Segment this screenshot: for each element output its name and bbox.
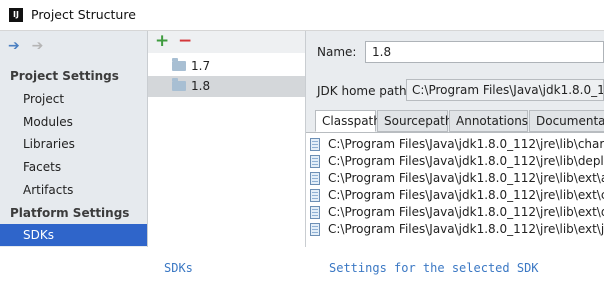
classpath-list[interactable]: C:\Program Files\Java\jdk1.8.0_112\jre\l… <box>306 132 604 247</box>
section-project-settings: Project Settings <box>10 69 119 83</box>
jar-icon <box>310 155 320 168</box>
tab-annotations[interactable]: Annotations <box>449 110 528 132</box>
nav-item-project[interactable]: Project <box>0 88 147 110</box>
caption-sdks: SDKs <box>164 261 193 275</box>
sdk-item-label: 1.8 <box>191 79 211 93</box>
tab-documentation[interactable]: Documentation <box>529 110 604 132</box>
sdk-toolbar: + − <box>148 31 305 53</box>
name-label: Name: <box>317 45 357 59</box>
jar-icon <box>310 138 320 151</box>
caption-settings: Settings for the selected SDK <box>329 261 539 275</box>
list-item[interactable]: C:\Program Files\Java\jdk1.8.0_112\jre\l… <box>306 136 604 153</box>
list-item[interactable]: C:\Program Files\Java\jdk1.8.0_112\jre\l… <box>306 204 604 221</box>
nav-item-modules[interactable]: Modules <box>0 111 147 133</box>
arrow-left-icon[interactable]: ➔ <box>8 39 20 53</box>
jdk-home-label: JDK home path: <box>317 84 411 98</box>
list-item[interactable]: C:\Program Files\Java\jdk1.8.0_112\jre\l… <box>306 153 604 170</box>
nav-item-artifacts[interactable]: Artifacts <box>0 179 147 201</box>
jar-icon <box>310 189 320 202</box>
sdk-item-1-8[interactable]: 1.8 <box>148 76 305 97</box>
jar-icon <box>310 223 320 236</box>
plus-icon[interactable]: + <box>155 33 169 50</box>
sdk-settings-pane: Name: JDK home path: C:\Program Files\Ja… <box>306 31 604 247</box>
tab-sourcepath[interactable]: Sourcepath <box>377 110 453 132</box>
sdk-list-pane: + − 1.7 1.8 <box>148 31 306 247</box>
list-item[interactable]: C:\Program Files\Java\jdk1.8.0_112\jre\l… <box>306 170 604 187</box>
nav-item-libraries[interactable]: Libraries <box>0 133 147 155</box>
sdk-item-label: 1.7 <box>191 59 211 73</box>
nav-item-sdks[interactable]: SDKs <box>0 224 147 246</box>
list-item[interactable]: C:\Program Files\Java\jdk1.8.0_112\jre\l… <box>306 187 604 204</box>
section-platform-settings: Platform Settings <box>10 206 130 220</box>
settings-nav: ➔ ➔ Project Settings Project Modules Lib… <box>0 31 148 247</box>
nav-arrows: ➔ ➔ <box>8 39 51 53</box>
window-title: Project Structure <box>31 7 136 22</box>
minus-icon[interactable]: − <box>178 33 192 50</box>
folder-icon <box>172 78 186 91</box>
sdk-tabs: Classpath Sourcepath Annotations Documen… <box>315 110 604 132</box>
tab-classpath[interactable]: Classpath <box>315 110 381 132</box>
arrow-right-icon[interactable]: ➔ <box>32 39 44 53</box>
project-structure-dialog: ➔ ➔ Project Settings Project Modules Lib… <box>0 31 604 247</box>
jar-icon <box>310 172 320 185</box>
title-bar: IJ Project Structure <box>0 0 604 31</box>
sdk-name-input[interactable] <box>365 41 604 63</box>
intellij-icon: IJ <box>9 8 23 22</box>
list-item[interactable]: C:\Program Files\Java\jdk1.8.0_112\jre\l… <box>306 221 604 238</box>
nav-item-facets[interactable]: Facets <box>0 156 147 178</box>
jdk-home-path-field[interactable]: C:\Program Files\Java\jdk1.8.0_112 <box>406 79 604 101</box>
folder-icon <box>172 58 186 71</box>
jar-icon <box>310 206 320 219</box>
sdk-item-1-7[interactable]: 1.7 <box>148 56 305 77</box>
